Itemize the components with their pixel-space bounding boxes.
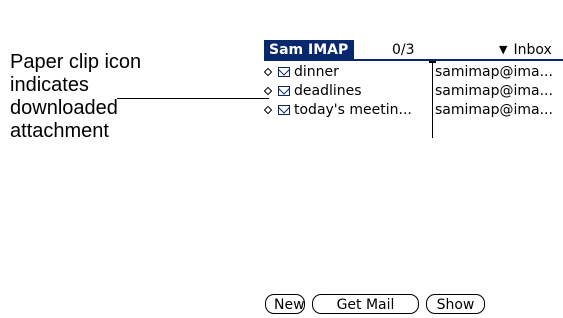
callout-line-1: Paper clip icon <box>10 51 142 73</box>
callout-line-3: downloaded <box>10 97 118 119</box>
triangle-down-icon: ▼ <box>499 43 508 56</box>
message-subject: deadlines <box>294 83 362 99</box>
message-count: 0/3 <box>392 42 415 58</box>
paperclip-icon <box>264 67 273 77</box>
new-button[interactable]: New <box>265 294 305 314</box>
envelope-icon <box>278 105 290 115</box>
folder-label: Inbox <box>513 42 552 58</box>
message-from: samimap@ima... <box>435 64 553 80</box>
callout-line-4: attachment <box>10 120 109 142</box>
message-row[interactable]: today's meetin... samimap@ima... <box>264 101 563 120</box>
envelope-icon <box>278 86 290 96</box>
get-mail-button[interactable]: Get Mail <box>312 294 419 314</box>
title-underline <box>264 59 563 61</box>
button-bar: New Get Mail Show <box>265 294 492 316</box>
message-from: samimap@ima... <box>435 83 553 99</box>
callout-text: Paper clip icon indicates downloaded att… <box>10 51 210 143</box>
folder-picker[interactable]: ▼ Inbox <box>499 41 552 59</box>
message-from: samimap@ima... <box>435 102 553 118</box>
message-row[interactable]: dinner samimap@ima... <box>264 63 563 82</box>
callout-line-2: indicates <box>10 74 89 96</box>
paperclip-icon <box>264 86 273 96</box>
title-bar: Sam IMAP 0/3 ▼ Inbox <box>264 40 563 61</box>
app-title[interactable]: Sam IMAP <box>264 40 355 60</box>
paperclip-icon <box>264 105 273 115</box>
callout-leader-line <box>117 98 269 99</box>
envelope-icon <box>278 67 290 77</box>
message-list: dinner samimap@ima... deadlines samimap@… <box>264 63 563 120</box>
show-button[interactable]: Show <box>426 294 485 314</box>
message-row[interactable]: deadlines samimap@ima... <box>264 82 563 101</box>
message-subject: today's meetin... <box>294 102 412 118</box>
device-screen: Sam IMAP 0/3 ▼ Inbox dinner samimap@ima.… <box>264 40 563 318</box>
message-subject: dinner <box>294 64 339 80</box>
